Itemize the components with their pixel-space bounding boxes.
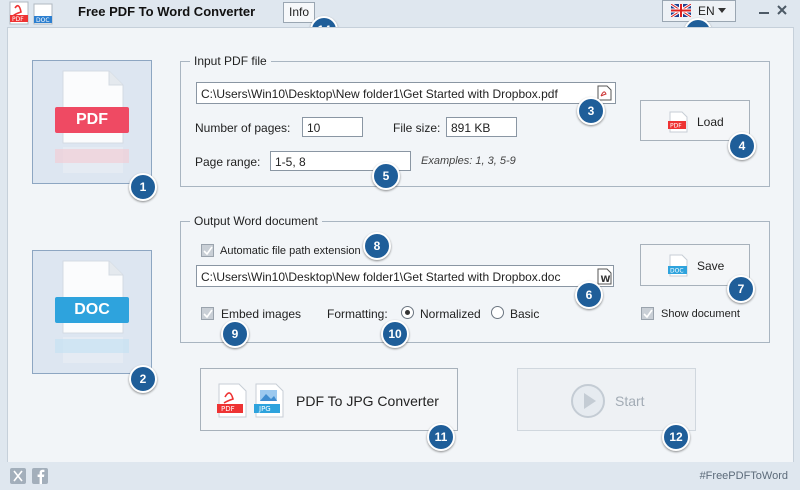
title-bar: PDF DOC Free PDF To Word Converter Info … <box>0 0 800 46</box>
output-group-title: Output Word document <box>190 214 322 228</box>
badge-1: 1 <box>129 173 157 201</box>
minimize-icon[interactable] <box>758 4 770 16</box>
load-button-label: Load <box>697 115 724 129</box>
basic-radio[interactable] <box>491 306 504 319</box>
info-button[interactable]: Info <box>283 2 315 23</box>
word-browse-icon[interactable]: W <box>597 268 612 285</box>
uk-flag-icon <box>671 4 691 17</box>
save-button-label: Save <box>697 259 725 273</box>
pages-label: Number of pages: <box>195 121 291 135</box>
normalized-label: Normalized <box>420 307 481 321</box>
doc-thumbnail[interactable]: DOC <box>32 250 152 374</box>
pages-field: 10 <box>302 117 363 137</box>
page-range-label: Page range: <box>195 155 261 169</box>
show-document-label: Show document <box>661 308 740 320</box>
svg-text:DOC: DOC <box>36 17 50 24</box>
pdf-browse-icon[interactable] <box>597 85 612 101</box>
app-title: Free PDF To Word Converter <box>78 4 256 19</box>
svg-text:PDF: PDF <box>670 123 682 130</box>
badge-5: 5 <box>372 162 400 190</box>
page-range-example: Examples: 1, 3, 5-9 <box>421 155 516 167</box>
normalized-radio[interactable] <box>401 306 414 319</box>
pdf-thumb-label: PDF <box>76 111 108 128</box>
radio-dot <box>405 310 410 315</box>
file-size-label: File size: <box>393 121 441 135</box>
output-doc-path[interactable]: C:\Users\Win10\Desktop\New folder1\Get S… <box>196 265 614 287</box>
language-label: EN <box>698 4 715 18</box>
badge-2: 2 <box>129 365 157 393</box>
badge-10: 10 <box>381 320 409 348</box>
svg-text:DOC: DOC <box>670 268 684 275</box>
pages-value: 10 <box>307 121 321 135</box>
auto-path-checkbox[interactable] <box>201 244 214 257</box>
doc-thumb-label: DOC <box>74 301 110 318</box>
badge-6: 6 <box>575 281 603 309</box>
doc-file-icon: DOC <box>668 254 688 277</box>
auto-path-label: Automatic file path extension <box>220 245 361 257</box>
basic-label: Basic <box>510 307 540 321</box>
badge-3: 3 <box>577 97 605 125</box>
file-size-field: 891 KB <box>446 117 517 137</box>
input-pdf-path-text: C:\Users\Win10\Desktop\New folder1\Get S… <box>201 87 558 101</box>
pdf-to-jpg-icon: PDF JPG <box>217 383 284 418</box>
chevron-down-icon <box>718 8 726 13</box>
pdf-to-jpg-button[interactable]: PDF JPG PDF To JPG Converter <box>200 368 458 431</box>
facebook-icon[interactable] <box>32 468 48 484</box>
svg-text:PDF: PDF <box>12 16 24 23</box>
start-button[interactable]: Start <box>517 368 696 431</box>
svg-text:W: W <box>601 275 611 285</box>
page-range-value: 1-5, 8 <box>275 155 306 169</box>
embed-images-checkbox[interactable] <box>201 307 214 320</box>
badge-9: 9 <box>221 320 249 348</box>
output-doc-path-text: C:\Users\Win10\Desktop\New folder1\Get S… <box>201 270 561 284</box>
file-size-value: 891 KB <box>451 121 491 135</box>
pdf-file-icon: PDF <box>668 111 688 133</box>
show-document-checkbox[interactable] <box>641 307 654 320</box>
badge-8: 8 <box>363 232 391 260</box>
hashtag-label: #FreePDFToWord <box>699 470 788 482</box>
checkmark-icon <box>643 309 653 319</box>
badge-11: 11 <box>427 423 455 451</box>
app-logo: PDF DOC <box>9 1 53 25</box>
input-group-title: Input PDF file <box>190 54 271 68</box>
input-pdf-path[interactable]: C:\Users\Win10\Desktop\New folder1\Get S… <box>196 82 616 104</box>
checkmark-icon <box>203 309 213 319</box>
pdf-to-jpg-label: PDF To JPG Converter <box>296 393 439 409</box>
svg-text:JPG: JPG <box>258 405 271 413</box>
start-button-label: Start <box>615 393 645 409</box>
close-icon[interactable] <box>776 4 788 16</box>
formatting-label: Formatting: <box>327 307 388 321</box>
play-icon <box>571 384 605 418</box>
footer: #FreePDFToWord <box>0 462 800 490</box>
embed-images-label: Embed images <box>221 307 302 321</box>
x-twitter-icon[interactable] <box>10 468 26 484</box>
svg-text:PDF: PDF <box>221 405 235 413</box>
badge-4: 4 <box>728 132 756 160</box>
badge-7: 7 <box>727 275 755 303</box>
checkmark-icon <box>203 246 213 256</box>
pdf-thumbnail[interactable]: PDF <box>32 60 152 184</box>
badge-12: 12 <box>662 423 690 451</box>
